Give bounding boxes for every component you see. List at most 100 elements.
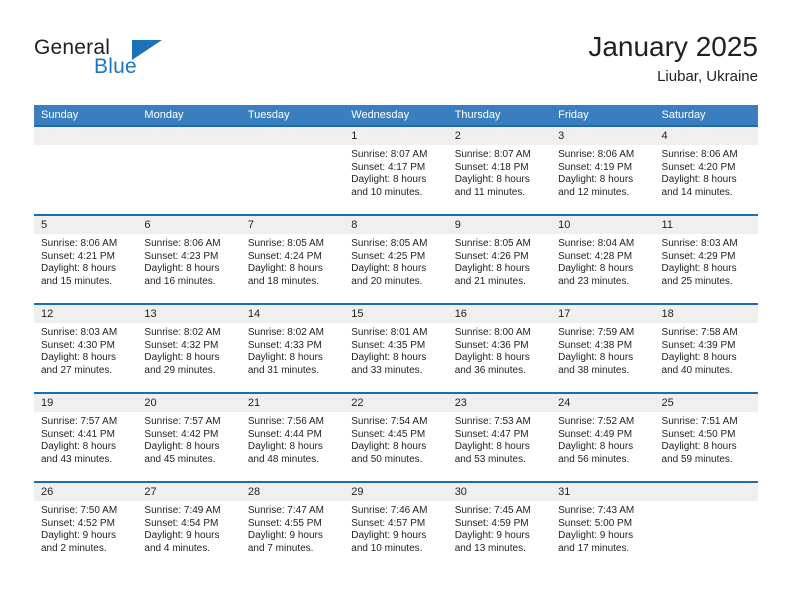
daylight-text-line2: and 13 minutes.: [454, 542, 526, 554]
day-cell[interactable]: 25 Sunrise: 7:51 AM Sunset: 4:50 PM Dayl…: [654, 394, 758, 481]
weekday-header-tuesday: Tuesday: [247, 109, 290, 121]
day-number: 31: [551, 483, 655, 501]
day-cell[interactable]: 13 Sunrise: 8:02 AM Sunset: 4:32 PM Dayl…: [137, 305, 241, 392]
sunrise-text: Sunrise: 7:52 AM: [558, 416, 635, 427]
day-cell[interactable]: 26 Sunrise: 7:50 AM Sunset: 4:52 PM Dayl…: [34, 483, 138, 570]
sunset-text: Sunset: 4:44 PM: [247, 428, 322, 440]
daylight-text-line2: and 16 minutes.: [144, 275, 216, 287]
sunrise-text: Sunrise: 8:05 AM: [351, 238, 428, 249]
sunset-text: Sunset: 4:57 PM: [351, 517, 426, 529]
sunrise-text: Sunrise: 8:00 AM: [454, 327, 531, 338]
day-details: Sunrise: 8:04 AM Sunset: 4:28 PM Dayligh…: [551, 234, 654, 288]
sunset-text: Sunset: 4:41 PM: [41, 428, 115, 440]
day-cell[interactable]: 10 Sunrise: 8:04 AM Sunset: 4:28 PM Dayl…: [551, 216, 655, 303]
day-cell[interactable]: 9 Sunrise: 8:05 AM Sunset: 4:26 PM Dayli…: [447, 216, 552, 303]
daylight-text-line1: Daylight: 8 hours: [661, 174, 737, 186]
daylight-text-line1: Daylight: 9 hours: [144, 530, 220, 542]
day-cell[interactable]: 2 Sunrise: 8:07 AM Sunset: 4:18 PM Dayli…: [447, 127, 552, 214]
day-cell[interactable]: 11 Sunrise: 8:03 AM Sunset: 4:29 PM Dayl…: [654, 216, 758, 303]
day-number: 21: [240, 394, 345, 412]
sunrise-text: Sunrise: 8:03 AM: [41, 327, 118, 338]
day-cell[interactable]: 28 Sunrise: 7:47 AM Sunset: 4:55 PM Dayl…: [240, 483, 345, 570]
day-cell[interactable]: 27 Sunrise: 7:49 AM Sunset: 4:54 PM Dayl…: [137, 483, 241, 570]
sunrise-text: Sunrise: 8:06 AM: [41, 238, 118, 249]
day-cell[interactable]: 31 Sunrise: 7:43 AM Sunset: 5:00 PM Dayl…: [551, 483, 655, 570]
day-cell[interactable]: 20 Sunrise: 7:57 AM Sunset: 4:42 PM Dayl…: [137, 394, 241, 481]
day-details: Sunrise: 8:01 AM Sunset: 4:35 PM Dayligh…: [344, 323, 447, 377]
sunrise-text: Sunrise: 7:50 AM: [41, 505, 118, 516]
sunset-text: Sunset: 4:28 PM: [558, 250, 633, 262]
day-cell[interactable]: 22 Sunrise: 7:54 AM Sunset: 4:45 PM Dayl…: [344, 394, 448, 481]
daylight-text-line2: and 20 minutes.: [351, 275, 423, 287]
day-number: 13: [137, 305, 241, 323]
sunrise-text: Sunrise: 7:49 AM: [144, 505, 221, 516]
sunset-text: Sunset: 4:23 PM: [144, 250, 219, 262]
day-cell[interactable]: 1 Sunrise: 8:07 AM Sunset: 4:17 PM Dayli…: [344, 127, 448, 214]
daylight-text-line1: Daylight: 8 hours: [661, 352, 737, 364]
daylight-text-line2: and 10 minutes.: [351, 542, 423, 554]
day-cell[interactable]: 29 Sunrise: 7:46 AM Sunset: 4:57 PM Dayl…: [344, 483, 448, 570]
day-cell[interactable]: 12 Sunrise: 8:03 AM Sunset: 4:30 PM Dayl…: [34, 305, 138, 392]
day-cell[interactable]: 19 Sunrise: 7:57 AM Sunset: 4:41 PM Dayl…: [34, 394, 138, 481]
day-number: 10: [551, 216, 655, 234]
day-details: Sunrise: 8:06 AM Sunset: 4:19 PM Dayligh…: [551, 145, 654, 199]
day-details: Sunrise: 8:05 AM Sunset: 4:26 PM Dayligh…: [448, 234, 551, 288]
day-cell[interactable]: 15 Sunrise: 8:01 AM Sunset: 4:35 PM Dayl…: [344, 305, 448, 392]
daylight-text-line1: Daylight: 9 hours: [247, 530, 323, 542]
day-cell[interactable]: 3 Sunrise: 8:06 AM Sunset: 4:19 PM Dayli…: [551, 127, 655, 214]
day-details: Sunrise: 7:53 AM Sunset: 4:47 PM Dayligh…: [448, 412, 551, 466]
day-number: 12: [34, 305, 138, 323]
day-number: [34, 127, 138, 145]
day-cell[interactable]: 18 Sunrise: 7:58 AM Sunset: 4:39 PM Dayl…: [654, 305, 758, 392]
day-cell[interactable]: 7 Sunrise: 8:05 AM Sunset: 4:24 PM Dayli…: [240, 216, 345, 303]
daylight-text-line2: and 4 minutes.: [144, 542, 211, 554]
day-cell[interactable]: 16 Sunrise: 8:00 AM Sunset: 4:36 PM Dayl…: [447, 305, 552, 392]
calendar-week-row: 1 Sunrise: 8:07 AM Sunset: 4:17 PM Dayli…: [34, 125, 758, 214]
sunset-text: Sunset: 4:20 PM: [661, 161, 736, 173]
day-details: Sunrise: 7:56 AM Sunset: 4:44 PM Dayligh…: [241, 412, 344, 466]
day-number: 14: [240, 305, 345, 323]
calendar-week-row: 5 Sunrise: 8:06 AM Sunset: 4:21 PM Dayli…: [34, 214, 758, 303]
day-cell[interactable]: 8 Sunrise: 8:05 AM Sunset: 4:25 PM Dayli…: [344, 216, 448, 303]
daylight-text-line2: and 12 minutes.: [558, 186, 630, 198]
day-number: 15: [344, 305, 448, 323]
day-details: Sunrise: 8:05 AM Sunset: 4:25 PM Dayligh…: [344, 234, 447, 288]
sunset-text: Sunset: 4:26 PM: [454, 250, 529, 262]
day-details: Sunrise: 8:03 AM Sunset: 4:30 PM Dayligh…: [34, 323, 137, 377]
general-blue-logo[interactable]: General Blue: [34, 36, 214, 86]
day-cell[interactable]: 5 Sunrise: 8:06 AM Sunset: 4:21 PM Dayli…: [34, 216, 138, 303]
day-number: 27: [137, 483, 241, 501]
sunset-text: Sunset: 4:50 PM: [661, 428, 736, 440]
daylight-text-line2: and 27 minutes.: [41, 364, 113, 376]
sunset-text: Sunset: 4:47 PM: [454, 428, 529, 440]
daylight-text-line1: Daylight: 8 hours: [247, 352, 323, 364]
day-cell[interactable]: 30 Sunrise: 7:45 AM Sunset: 4:59 PM Dayl…: [447, 483, 552, 570]
day-cell[interactable]: 14 Sunrise: 8:02 AM Sunset: 4:33 PM Dayl…: [240, 305, 345, 392]
sunset-text: Sunset: 4:35 PM: [351, 339, 426, 351]
daylight-text-line1: Daylight: 8 hours: [41, 441, 117, 453]
daylight-text-line2: and 38 minutes.: [558, 364, 630, 376]
daylight-text-line2: and 10 minutes.: [351, 186, 423, 198]
sunrise-text: Sunrise: 8:06 AM: [558, 149, 635, 160]
daylight-text-line2: and 15 minutes.: [41, 275, 113, 287]
day-cell[interactable]: 4 Sunrise: 8:06 AM Sunset: 4:20 PM Dayli…: [654, 127, 758, 214]
sunset-text: Sunset: 4:19 PM: [558, 161, 633, 173]
sunset-text: Sunset: 4:33 PM: [247, 339, 322, 351]
sunrise-text: Sunrise: 8:07 AM: [351, 149, 428, 160]
day-cell[interactable]: 24 Sunrise: 7:52 AM Sunset: 4:49 PM Dayl…: [551, 394, 655, 481]
day-cell[interactable]: 23 Sunrise: 7:53 AM Sunset: 4:47 PM Dayl…: [447, 394, 552, 481]
day-details: Sunrise: 8:07 AM Sunset: 4:18 PM Dayligh…: [448, 145, 551, 199]
day-details: Sunrise: 7:58 AM Sunset: 4:39 PM Dayligh…: [655, 323, 758, 377]
day-cell[interactable]: 6 Sunrise: 8:06 AM Sunset: 4:23 PM Dayli…: [137, 216, 241, 303]
day-cell[interactable]: 17 Sunrise: 7:59 AM Sunset: 4:38 PM Dayl…: [551, 305, 655, 392]
day-cell[interactable]: 21 Sunrise: 7:56 AM Sunset: 4:44 PM Dayl…: [240, 394, 345, 481]
day-number: 8: [344, 216, 448, 234]
daylight-text-line1: Daylight: 8 hours: [661, 263, 737, 275]
sunrise-text: Sunrise: 8:04 AM: [558, 238, 635, 249]
daylight-text-line1: Daylight: 8 hours: [247, 441, 323, 453]
day-number: [240, 127, 345, 145]
day-details: Sunrise: 7:54 AM Sunset: 4:45 PM Dayligh…: [344, 412, 447, 466]
sunrise-text: Sunrise: 7:43 AM: [558, 505, 635, 516]
sunset-text: Sunset: 4:54 PM: [144, 517, 219, 529]
day-details: Sunrise: 8:00 AM Sunset: 4:36 PM Dayligh…: [448, 323, 551, 377]
